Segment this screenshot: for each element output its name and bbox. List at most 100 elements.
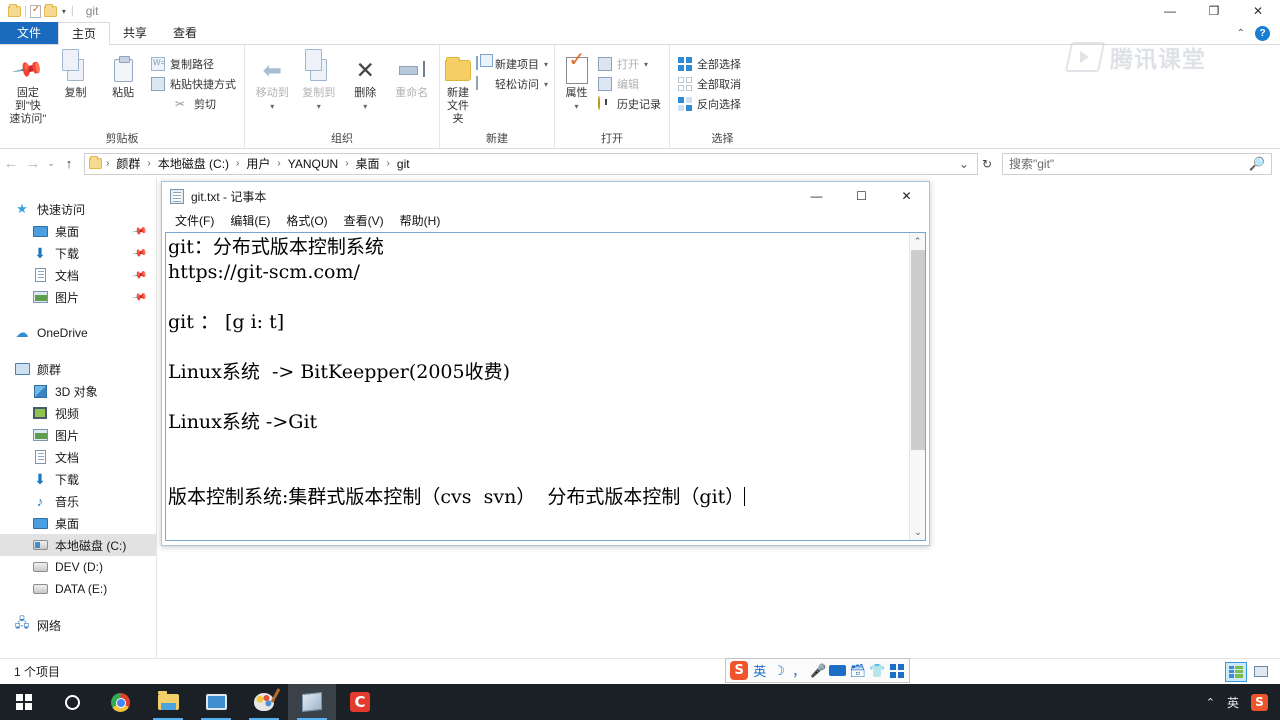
breadcrumb-item-3[interactable]: YANQUN: [283, 157, 343, 171]
notepad-maximize-button[interactable]: ☐: [839, 182, 884, 210]
breadcrumb-item-2[interactable]: 用户: [241, 155, 275, 172]
chrome-button[interactable]: [96, 684, 144, 720]
open-button[interactable]: 打开 ▾: [594, 54, 665, 74]
menu-view[interactable]: 查看(V): [336, 212, 392, 229]
address-dropdown-icon[interactable]: ⌄: [959, 157, 969, 171]
sidebar-item-pictures[interactable]: 图片: [0, 424, 156, 446]
sidebar-item-local-disk-c[interactable]: 本地磁盘 (C:): [0, 534, 156, 556]
tray-ime-mode[interactable]: 英: [1227, 694, 1239, 711]
collapse-ribbon-icon[interactable]: ⌃: [1237, 28, 1245, 39]
scroll-down-icon[interactable]: ⌄: [910, 524, 926, 540]
moon-icon[interactable]: ☽: [771, 661, 788, 680]
select-all-button[interactable]: 全部选择: [674, 54, 745, 74]
breadcrumb-item-5[interactable]: git: [392, 157, 415, 171]
close-button[interactable]: ✕: [1236, 0, 1280, 22]
comma-icon[interactable]: ，: [790, 661, 807, 680]
breadcrumb-item-1[interactable]: 本地磁盘 (C:): [153, 155, 234, 172]
apps-icon[interactable]: [888, 661, 905, 680]
sidebar-item-3d-objects[interactable]: 3D 对象: [0, 380, 156, 402]
pin-to-quick-access-button[interactable]: 📌 固定到"快 速访问": [4, 50, 52, 129]
sidebar-item-documents-qa[interactable]: 文档 📌: [0, 264, 156, 286]
sidebar-item-data-e[interactable]: DATA (E:): [0, 578, 156, 600]
pin-icon[interactable]: 📌: [131, 245, 148, 261]
recent-locations-button[interactable]: ⌄: [44, 158, 58, 169]
select-none-button[interactable]: 全部取消: [674, 74, 745, 94]
tab-file[interactable]: 文件: [0, 22, 59, 44]
sidebar-item-quick-access[interactable]: ★ 快速访问: [0, 198, 156, 220]
file-explorer-button[interactable]: [144, 684, 192, 720]
invert-selection-button[interactable]: 反向选择: [674, 94, 745, 114]
toolbox-icon[interactable]: 🗃: [849, 661, 866, 680]
notepad-scrollbar[interactable]: ⌃ ⌄: [909, 233, 925, 540]
tab-view[interactable]: 查看: [160, 22, 210, 44]
menu-format[interactable]: 格式(O): [278, 212, 335, 229]
show-hidden-icons-icon[interactable]: ⌃: [1206, 696, 1215, 709]
edit-button[interactable]: 编辑: [594, 74, 665, 94]
large-icons-view-button[interactable]: [1250, 662, 1272, 682]
sidebar-item-downloads-qa[interactable]: ⬇ 下载 📌: [0, 242, 156, 264]
help-icon[interactable]: ?: [1255, 25, 1270, 41]
sidebar-item-pictures-qa[interactable]: 图片 📌: [0, 286, 156, 308]
search-input[interactable]: 搜索"git" 🔍: [1002, 152, 1272, 175]
menu-help[interactable]: 帮助(H): [392, 212, 449, 229]
pin-icon[interactable]: 📌: [131, 267, 148, 283]
properties-button[interactable]: 属性 ▾: [559, 50, 594, 116]
sidebar-item-videos[interactable]: 视频: [0, 402, 156, 424]
notepad-text-content[interactable]: git：分布式版本控制系统 https://git-scm.com/git ： […: [166, 233, 909, 540]
pin-icon[interactable]: 📌: [131, 223, 148, 239]
notepad-close-button[interactable]: ✕: [884, 182, 929, 210]
copy-path-button[interactable]: W= 复制路径: [147, 54, 240, 74]
up-button[interactable]: ↑: [58, 156, 80, 171]
breadcrumb-item-0[interactable]: 颜群: [111, 155, 145, 172]
easy-access-button[interactable]: 轻松访问 ▾: [472, 74, 552, 94]
scrollbar-thumb[interactable]: [911, 250, 925, 450]
camtasia-button[interactable]: C: [336, 684, 384, 720]
menu-file[interactable]: 文件(F): [167, 212, 222, 229]
sogou-logo-icon[interactable]: S: [730, 661, 749, 680]
maximize-button[interactable]: ❐: [1192, 0, 1236, 22]
address-bar[interactable]: › 颜群 › 本地磁盘 (C:) › 用户 › YANQUN › 桌面 › gi…: [84, 152, 978, 175]
sidebar-item-dev-d[interactable]: DEV (D:): [0, 556, 156, 578]
pin-icon[interactable]: 📌: [131, 289, 148, 305]
properties-icon[interactable]: [29, 4, 41, 18]
forward-button[interactable]: →: [22, 155, 44, 172]
history-button[interactable]: 历史记录: [594, 94, 665, 114]
sidebar-item-downloads[interactable]: ⬇ 下载: [0, 468, 156, 490]
skin-icon[interactable]: 👕: [869, 661, 886, 680]
paste-button[interactable]: 粘贴: [99, 50, 147, 103]
copy-button[interactable]: 复制: [52, 49, 100, 103]
cut-button[interactable]: ✂ 剪切: [147, 94, 240, 114]
tab-home[interactable]: 主页: [58, 22, 111, 46]
microphone-icon[interactable]: 🎤: [810, 661, 827, 680]
sidebar-item-onedrive[interactable]: ☁ OneDrive: [0, 322, 156, 344]
delete-button[interactable]: ✕ 删除 ▾: [342, 50, 389, 116]
ime-mode-label[interactable]: 英: [751, 661, 768, 680]
copy-to-button[interactable]: 复制到 ▾: [296, 49, 343, 116]
cortana-button[interactable]: [48, 684, 96, 720]
paint-button[interactable]: [240, 684, 288, 720]
chevron-down-icon[interactable]: ▾: [60, 7, 68, 16]
sidebar-item-documents[interactable]: 文档: [0, 446, 156, 468]
remote-desktop-button[interactable]: [192, 684, 240, 720]
menu-edit[interactable]: 编辑(E): [222, 212, 278, 229]
paste-shortcut-button[interactable]: 粘贴快捷方式: [147, 74, 240, 94]
sidebar-item-desktop[interactable]: 桌面: [0, 512, 156, 534]
back-button[interactable]: ←: [0, 155, 22, 172]
notepad-minimize-button[interactable]: —: [794, 182, 839, 210]
start-button[interactable]: [0, 684, 48, 720]
sidebar-item-desktop-qa[interactable]: 桌面 📌: [0, 220, 156, 242]
folder-icon[interactable]: [8, 3, 21, 17]
move-to-button[interactable]: ⬅ 移动到 ▾: [249, 50, 296, 116]
refresh-button[interactable]: ↻: [978, 156, 996, 172]
sidebar-item-this-pc[interactable]: 颜群: [0, 358, 156, 380]
tab-share[interactable]: 共享: [110, 22, 160, 44]
sidebar-item-network[interactable]: 🖧 网络: [0, 614, 156, 636]
notepad-editor[interactable]: git：分布式版本控制系统 https://git-scm.com/git ： […: [165, 232, 926, 541]
breadcrumb-item-4[interactable]: 桌面: [351, 155, 385, 172]
sidebar-item-music[interactable]: ♪ 音乐: [0, 490, 156, 512]
scroll-up-icon[interactable]: ⌃: [910, 233, 925, 249]
new-folder-button[interactable]: 新建 文件夹: [444, 50, 472, 129]
sogou-tray-icon[interactable]: S: [1251, 693, 1268, 711]
rename-button[interactable]: 重命名: [389, 50, 436, 103]
new-folder-icon[interactable]: [43, 3, 57, 17]
